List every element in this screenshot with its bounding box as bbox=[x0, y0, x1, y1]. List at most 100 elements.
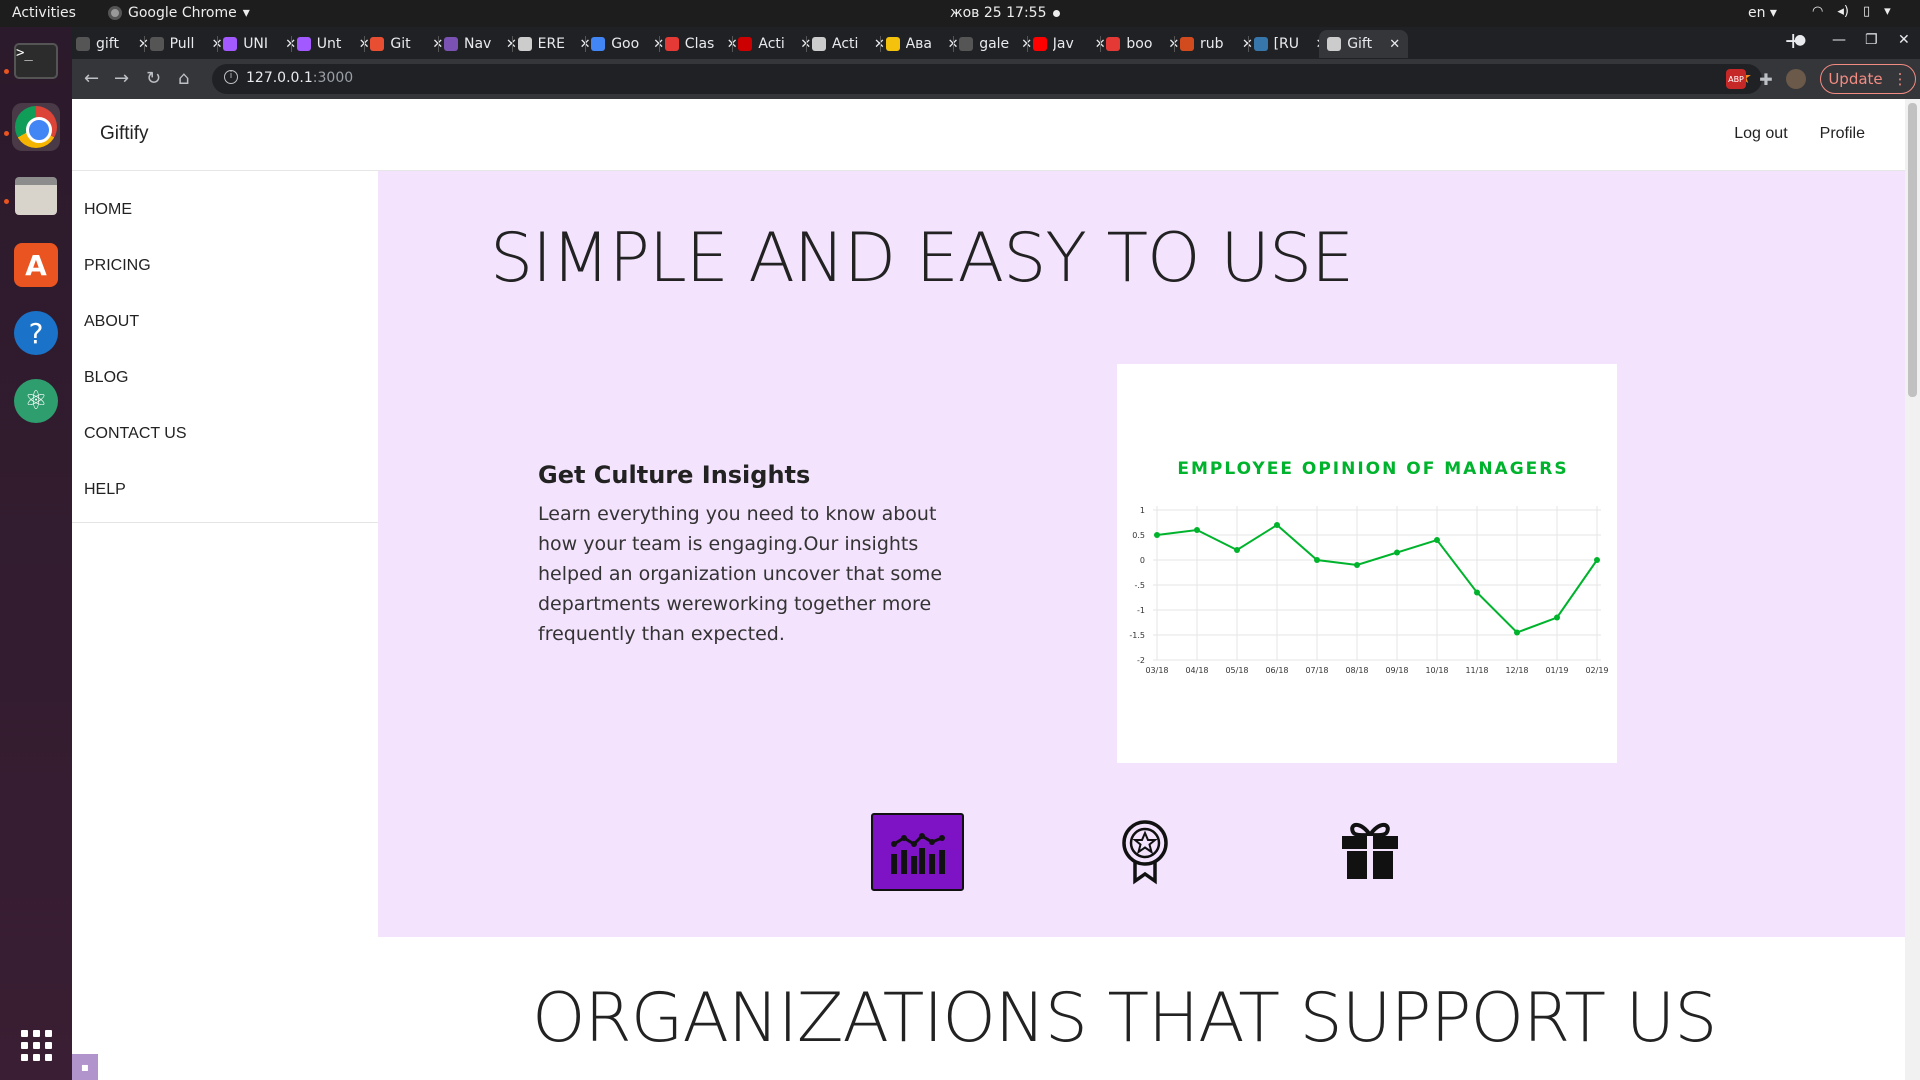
language-selector[interactable]: en ▾ bbox=[1748, 5, 1777, 21]
browser-tab[interactable]: Pull✕ bbox=[149, 30, 223, 58]
scrollbar-thumb[interactable] bbox=[1908, 103, 1917, 397]
activities-button[interactable]: Activities bbox=[12, 5, 76, 21]
tab-favicon-icon bbox=[370, 37, 385, 51]
browser-tab[interactable]: Nav✕ bbox=[444, 30, 517, 58]
y-tick-label: -1 bbox=[1137, 606, 1145, 615]
x-tick-label: 12/18 bbox=[1505, 666, 1528, 675]
browser-tab[interactable]: UNI✕ bbox=[223, 30, 296, 58]
gift-icon[interactable] bbox=[1337, 814, 1403, 886]
analytics-chart-icon[interactable] bbox=[871, 813, 964, 891]
browser-tab[interactable]: Clas✕ bbox=[664, 30, 738, 58]
page-scrollbar[interactable] bbox=[1905, 99, 1920, 1080]
forward-arrow-icon[interactable]: → bbox=[114, 68, 129, 89]
restore-window-button[interactable]: ❐ bbox=[1865, 32, 1878, 48]
browser-tab[interactable]: ERE✕ bbox=[517, 30, 591, 58]
tab-favicon-icon bbox=[738, 37, 753, 51]
ubuntu-dock: >_ A ? ⚛ bbox=[0, 27, 72, 1080]
url-text: 127.0.0.1:3000 bbox=[246, 70, 354, 86]
running-indicator-icon bbox=[4, 131, 9, 136]
wifi-icon: ◠ bbox=[1812, 4, 1824, 19]
tab-separator bbox=[879, 36, 881, 52]
logout-link[interactable]: Log out bbox=[1734, 125, 1787, 143]
line-chart: EMPLOYEE OPINION OF MANAGERS 1 0.5 0 -.5 -1 -1… bbox=[1129, 459, 1608, 675]
software-launcher[interactable]: A bbox=[12, 241, 60, 289]
browser-tab[interactable]: [RU✕ bbox=[1253, 30, 1327, 58]
help-launcher[interactable]: ? bbox=[12, 309, 60, 357]
tab-separator bbox=[732, 36, 734, 52]
browser-tab[interactable]: Ава✕ bbox=[885, 30, 959, 58]
site-info-icon[interactable]: i bbox=[224, 70, 238, 84]
sidebar-item-about[interactable]: ABOUT bbox=[72, 313, 378, 369]
show-applications-button[interactable] bbox=[12, 1021, 60, 1069]
tab-separator bbox=[658, 36, 660, 52]
site-navbar: Giftify Log out Profile bbox=[72, 99, 1905, 171]
adblock-plus-icon[interactable]: ABP bbox=[1726, 69, 1746, 89]
files-launcher[interactable] bbox=[12, 172, 60, 220]
x-tick-label: 07/18 bbox=[1305, 666, 1328, 675]
tab-title: Nav bbox=[464, 36, 492, 52]
feature-heading: Get Culture Insights bbox=[538, 461, 811, 489]
browser-tab[interactable]: rub✕ bbox=[1180, 30, 1253, 58]
terminal-launcher[interactable]: >_ bbox=[12, 37, 60, 85]
tab-separator bbox=[217, 36, 219, 52]
browser-tab[interactable]: Unt✕ bbox=[296, 30, 370, 58]
tab-separator bbox=[953, 36, 955, 52]
award-badge-icon[interactable] bbox=[1115, 816, 1175, 888]
notification-dot-icon bbox=[1053, 10, 1060, 17]
browser-tab[interactable]: gale✕ bbox=[959, 30, 1032, 58]
y-tick-label: 1 bbox=[1140, 506, 1145, 515]
reload-icon[interactable]: ↻ bbox=[146, 68, 161, 89]
extensions-puzzle-icon[interactable]: ✚ bbox=[1756, 69, 1776, 89]
tab-favicon-icon bbox=[1106, 37, 1121, 51]
sidebar-item-help[interactable]: HELP bbox=[72, 481, 378, 537]
back-arrow-icon[interactable]: ← bbox=[84, 68, 99, 89]
minimize-window-button[interactable]: — bbox=[1832, 32, 1846, 48]
data-point bbox=[1594, 557, 1600, 563]
browser-tab[interactable]: gift✕ bbox=[76, 30, 149, 58]
browser-tab[interactable]: Acti✕ bbox=[738, 30, 811, 58]
tab-favicon-icon bbox=[296, 37, 311, 51]
sidebar-item-pricing[interactable]: PRICING bbox=[72, 257, 378, 313]
tab-favicon-icon bbox=[1253, 37, 1268, 51]
data-point bbox=[1354, 562, 1360, 568]
chrome-update-button[interactable]: Update ⋮ bbox=[1820, 64, 1916, 94]
tab-title: UNI bbox=[243, 36, 269, 52]
close-window-button[interactable]: ✕ bbox=[1898, 32, 1910, 48]
app-menu[interactable]: Google Chrome ▾ bbox=[108, 5, 250, 21]
sidebar-item-home[interactable]: HOME bbox=[72, 201, 378, 257]
atom-launcher[interactable]: ⚛ bbox=[12, 377, 60, 425]
tab-title: Acti bbox=[832, 36, 859, 52]
x-tick-label: 06/18 bbox=[1265, 666, 1288, 675]
tab-separator bbox=[290, 36, 292, 52]
tab-separator bbox=[511, 36, 513, 52]
browser-tab[interactable]: Gift ✕ bbox=[1319, 30, 1409, 58]
home-icon[interactable]: ⌂ bbox=[178, 68, 189, 89]
feature-description: Learn everything you need to know about … bbox=[538, 503, 943, 645]
tab-search-icon[interactable]: ● bbox=[1794, 32, 1806, 48]
address-bar[interactable]: i 127.0.0.1:3000 ★ bbox=[212, 64, 1762, 94]
tab-separator bbox=[1174, 36, 1175, 52]
data-point bbox=[1554, 614, 1560, 621]
clock[interactable]: жов 25 17:55 bbox=[950, 5, 1047, 21]
y-tick-label: -1.5 bbox=[1129, 631, 1145, 640]
tab-title: Jav bbox=[1052, 36, 1074, 52]
tab-favicon-icon bbox=[664, 37, 679, 51]
profile-avatar-icon[interactable] bbox=[1786, 69, 1806, 89]
tab-close-icon[interactable]: ✕ bbox=[1389, 37, 1400, 52]
tab-favicon-icon bbox=[1327, 37, 1342, 51]
chrome-launcher[interactable] bbox=[12, 103, 60, 151]
sidebar-item-contact[interactable]: CONTACT US bbox=[72, 425, 378, 481]
browser-tab[interactable]: Goo✕ bbox=[591, 30, 664, 58]
x-tick-label: 08/18 bbox=[1345, 666, 1368, 675]
tab-title: Pull bbox=[169, 36, 195, 52]
browser-tab[interactable]: Jav✕ bbox=[1032, 30, 1106, 58]
profile-link[interactable]: Profile bbox=[1820, 125, 1865, 143]
browser-tab[interactable]: Git✕ bbox=[370, 30, 443, 58]
brand-logo[interactable]: Giftify bbox=[100, 123, 149, 145]
sidebar-item-blog[interactable]: BLOG bbox=[72, 369, 378, 425]
browser-tab[interactable]: Acti✕ bbox=[812, 30, 885, 58]
tab-separator bbox=[364, 36, 366, 52]
system-status-area[interactable]: ◠ ◂) ▯ ▾ bbox=[1812, 4, 1891, 19]
browser-tab[interactable]: boo✕ bbox=[1106, 30, 1179, 58]
volume-icon: ◂) bbox=[1837, 4, 1849, 19]
